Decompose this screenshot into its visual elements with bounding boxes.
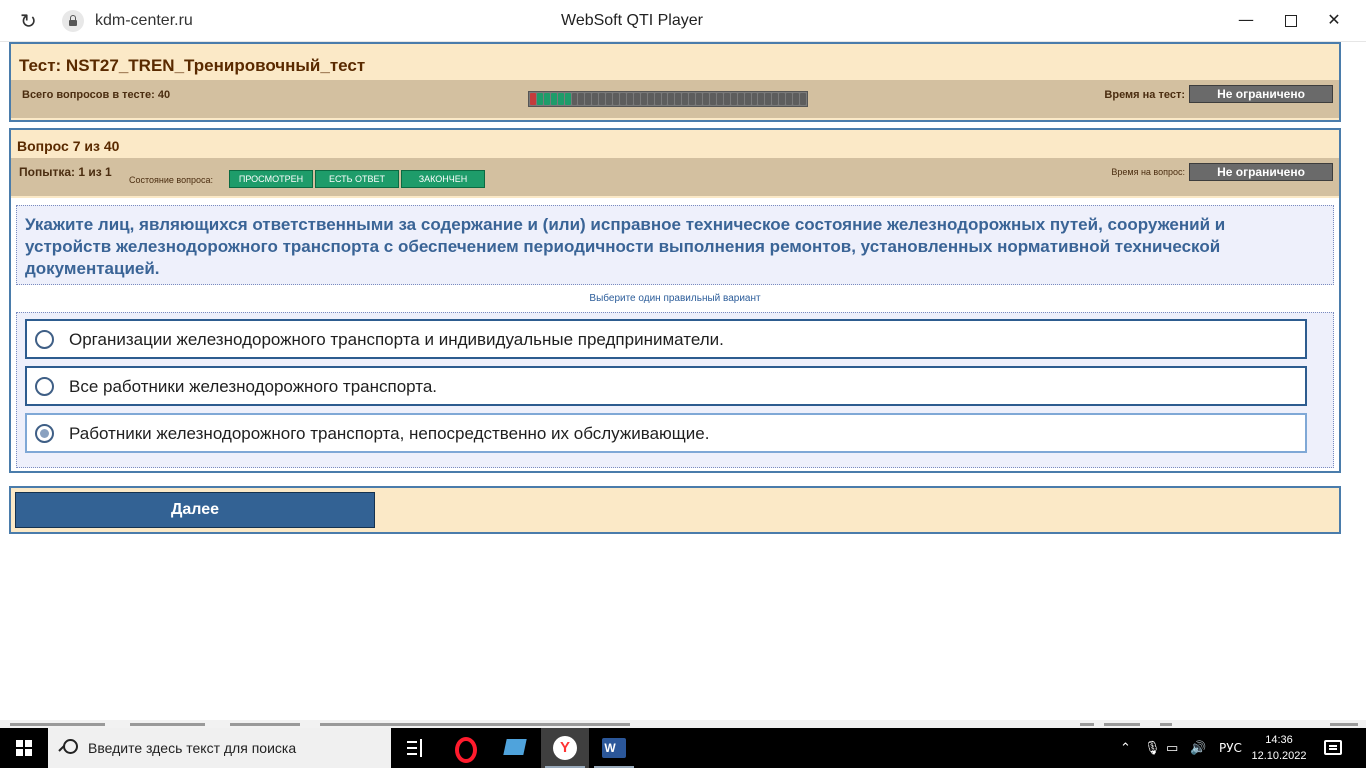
progress-cell	[751, 93, 758, 105]
question-number: Вопрос 7 из 40	[17, 138, 120, 154]
progress-cell	[592, 93, 599, 105]
progress-cell	[675, 93, 682, 105]
progress-cell	[730, 93, 737, 105]
question-time-value: Не ограничено	[1189, 163, 1333, 181]
progress-cell	[543, 93, 550, 105]
chevron-up-icon[interactable]: ⌃	[1120, 741, 1131, 756]
test-time-label: Время на тест:	[1104, 89, 1185, 101]
window-titlebar: ↻ kdm-center.ru WebSoft QTI Player — ✕	[0, 0, 1366, 42]
task-view-icon[interactable]	[392, 728, 440, 768]
progress-cell	[668, 93, 675, 105]
answer-option-label: Все работники железнодорожного транспорт…	[69, 377, 438, 396]
notification-icon[interactable]	[1324, 740, 1342, 755]
test-info-bar: Всего вопросов в тесте: 40 Время на тест…	[11, 80, 1339, 118]
state-badge-finished: ЗАКОНЧЕН	[401, 170, 485, 188]
answer-option-3[interactable]: Работники железнодорожного транспорта, н…	[25, 413, 1307, 453]
background-window-strip	[0, 720, 1366, 728]
progress-cell	[682, 93, 689, 105]
radio-checked-icon[interactable]	[35, 424, 54, 443]
progress-cell	[599, 93, 606, 105]
battery-icon[interactable]: ▭	[1166, 741, 1178, 756]
question-state-label: Состояние вопроса:	[129, 175, 213, 185]
state-badge-viewed: ПРОСМОТРЕН	[229, 170, 313, 188]
progress-cell	[647, 93, 654, 105]
progress-cell	[744, 93, 751, 105]
progress-cell	[578, 93, 585, 105]
windows-taskbar: Введите здесь текст для поиска ⌃ 🎙 ▭ 🔊 Р…	[0, 728, 1366, 768]
progress-cell	[585, 93, 592, 105]
progress-cell	[619, 93, 626, 105]
progress-cell	[640, 93, 647, 105]
question-text-box: Укажите лиц, являющихся ответственными з…	[16, 205, 1334, 285]
progress-cell	[557, 93, 564, 105]
radio-icon[interactable]	[35, 330, 54, 349]
question-header: Вопрос 7 из 40 Попытка: 1 из 1 Состояние…	[11, 130, 1339, 198]
test-header-panel: Тест: NST27_TREN_Тренировочный_тест Всег…	[9, 42, 1341, 122]
progress-cell	[613, 93, 619, 105]
attempt-label: Попытка: 1 из 1	[19, 165, 112, 179]
progress-cell	[530, 93, 536, 105]
opera-icon[interactable]	[443, 728, 491, 768]
progress-cell	[716, 93, 723, 105]
question-time-label: Время на вопрос:	[1111, 167, 1185, 177]
progress-cell	[696, 93, 703, 105]
progress-cell	[564, 93, 571, 105]
progress-cell	[606, 93, 613, 105]
taskbar-clock[interactable]: 14:36 12.10.2022	[1248, 732, 1310, 764]
yandex-browser-icon[interactable]	[541, 728, 589, 768]
progress-cell	[550, 93, 557, 105]
state-badge-answered: ЕСТЬ ОТВЕТ	[315, 170, 399, 188]
progress-cell	[689, 93, 696, 105]
next-button[interactable]: Далее	[15, 492, 375, 528]
answer-option-label: Организации железнодорожного транспорта …	[69, 330, 724, 349]
progress-cell	[536, 93, 543, 105]
progress-cell	[723, 93, 730, 105]
window-title: WebSoft QTI Player	[561, 12, 703, 29]
progress-cell	[633, 93, 640, 105]
progress-cell	[661, 93, 668, 105]
volume-icon[interactable]: 🔊	[1190, 741, 1206, 756]
microphone-icon[interactable]: 🎙	[1144, 741, 1161, 756]
close-icon[interactable]: ✕	[1324, 10, 1344, 32]
progress-cell	[765, 93, 772, 105]
progress-cell	[779, 93, 786, 105]
search-placeholder: Введите здесь текст для поиска	[88, 740, 297, 756]
taskbar-search[interactable]: Введите здесь текст для поиска	[48, 728, 391, 768]
answer-option-1[interactable]: Организации железнодорожного транспорта …	[25, 319, 1307, 359]
progress-cell	[654, 93, 661, 105]
maximize-icon[interactable]	[1280, 10, 1300, 32]
answer-list: Организации железнодорожного транспорта …	[16, 312, 1334, 468]
progress-cell	[786, 93, 793, 105]
player-content: Тест: NST27_TREN_Тренировочный_тест Всег…	[0, 42, 1366, 720]
minimize-icon[interactable]: —	[1236, 10, 1256, 32]
windows-start-icon[interactable]	[16, 740, 32, 756]
progress-cell	[709, 93, 716, 105]
clock-date: 12.10.2022	[1251, 750, 1307, 762]
progress-cell	[737, 93, 744, 105]
progress-cell	[626, 93, 633, 105]
test-time-value: Не ограничено	[1189, 85, 1333, 103]
clock-time: 14:36	[1265, 734, 1293, 746]
radio-icon[interactable]	[35, 377, 54, 396]
file-explorer-icon[interactable]	[492, 728, 540, 768]
progress-cell	[703, 93, 709, 105]
progress-cell	[793, 93, 799, 105]
progress-cell	[758, 93, 765, 105]
navigation-panel: Далее	[9, 486, 1341, 534]
answer-hint: Выберите один правильный вариант	[589, 293, 761, 304]
question-panel: Вопрос 7 из 40 Попытка: 1 из 1 Состояние…	[9, 128, 1341, 473]
progress-cell	[799, 93, 806, 105]
progress-cell	[571, 93, 578, 105]
test-title: Тест: NST27_TREN_Тренировочный_тест	[19, 56, 366, 75]
progress-cell	[772, 93, 779, 105]
word-icon[interactable]	[590, 728, 638, 768]
search-icon	[58, 738, 78, 758]
answer-option-label: Работники железнодорожного транспорта, н…	[69, 424, 710, 443]
total-questions-label: Всего вопросов в тесте: 40	[22, 89, 171, 101]
question-info-bar: Попытка: 1 из 1 Состояние вопроса: ПРОСМ…	[11, 158, 1339, 196]
answer-option-2[interactable]: Все работники железнодорожного транспорт…	[25, 366, 1307, 406]
language-indicator[interactable]: РУС	[1219, 741, 1242, 755]
question-text: Укажите лиц, являющихся ответственными з…	[25, 215, 1226, 278]
question-progress-bar	[528, 91, 808, 107]
